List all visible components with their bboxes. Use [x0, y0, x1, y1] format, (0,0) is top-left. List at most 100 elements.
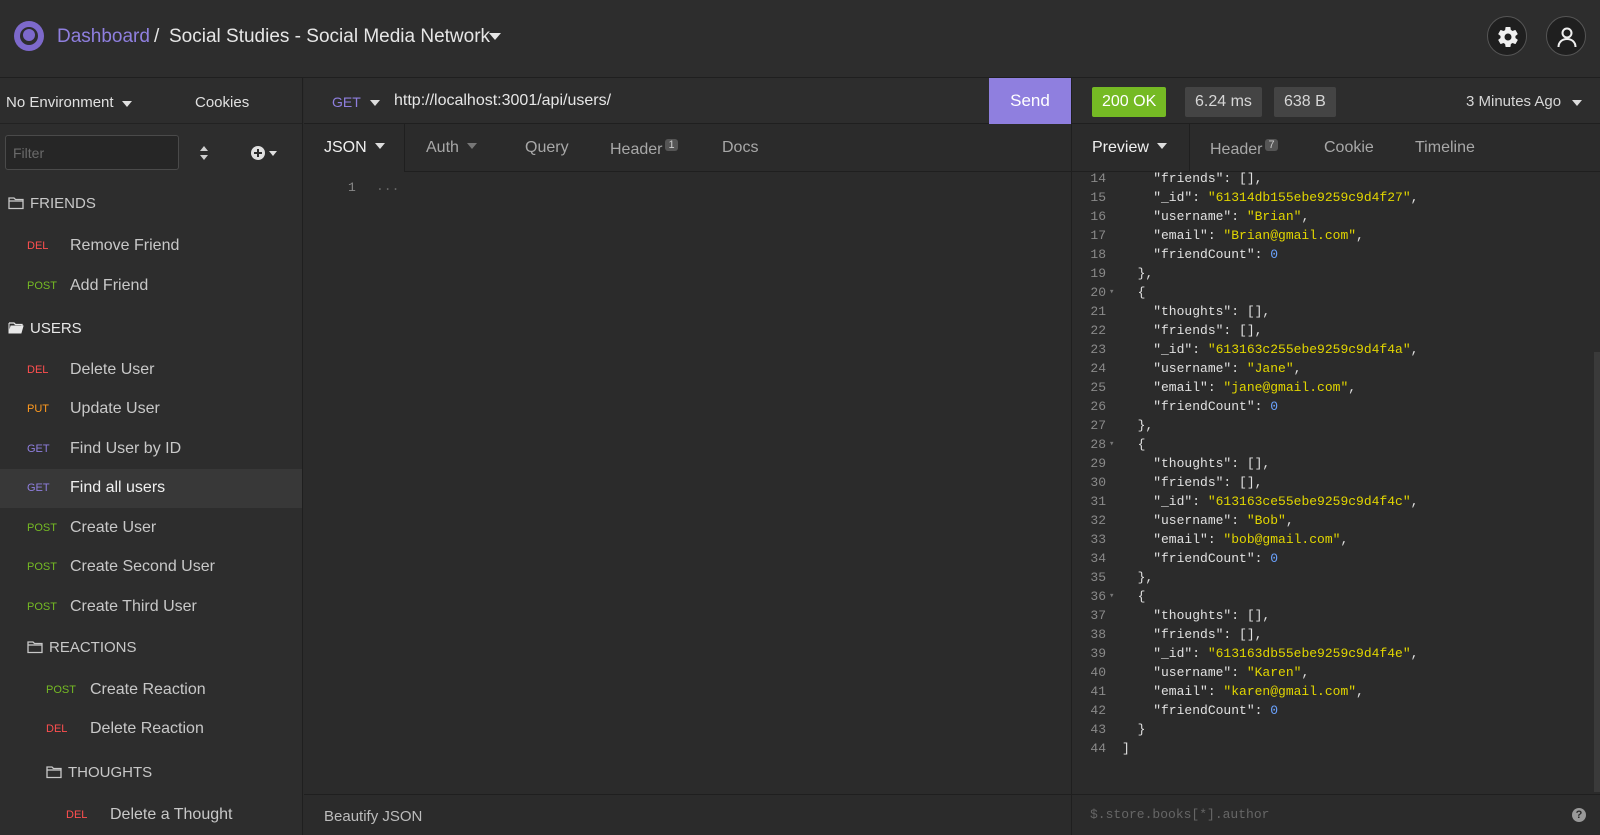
- url-input[interactable]: [394, 90, 964, 112]
- request-item[interactable]: GET Find User by ID: [0, 430, 302, 469]
- chevron-down-icon[interactable]: [489, 33, 501, 40]
- fold-caret-icon[interactable]: ▾: [1109, 587, 1114, 606]
- request-item[interactable]: DEL Delete a Thought: [0, 796, 302, 835]
- request-name: Delete Reaction: [90, 720, 204, 737]
- line-number: 25: [1090, 380, 1106, 395]
- request-item[interactable]: POST Create Second User: [0, 548, 302, 587]
- chevron-down-icon: [374, 143, 385, 149]
- folder-label: FRIENDS: [30, 195, 96, 212]
- line-number: 34: [1090, 551, 1106, 566]
- request-item[interactable]: POST Create Reaction: [0, 671, 302, 710]
- method-badge: POST: [27, 522, 57, 534]
- folder-thoughts[interactable]: THOUGHTS: [46, 764, 152, 781]
- line-number: 15: [1090, 190, 1106, 205]
- line-number: 44: [1090, 741, 1106, 756]
- request-name: Create Second User: [70, 558, 215, 575]
- method-badge: DEL: [66, 809, 88, 821]
- folder-icon: [27, 641, 43, 654]
- tab-label: JSON: [324, 139, 367, 156]
- request-tabs: JSON Auth Query Header 1 Docs: [304, 124, 1071, 172]
- response-size-badge: 638 B: [1274, 87, 1336, 117]
- request-item[interactable]: DEL Delete User: [0, 351, 302, 390]
- request-name: Find User by ID: [70, 440, 182, 457]
- breadcrumb-dashboard-link[interactable]: Dashboard: [57, 26, 150, 48]
- request-name: Find all users: [70, 479, 166, 496]
- tab-timeline[interactable]: Timeline: [1415, 139, 1475, 157]
- tab-auth[interactable]: Auth: [426, 139, 477, 157]
- request-item-active[interactable]: GET Find all users: [0, 469, 302, 508]
- response-tabs: Preview Header 7 Cookie Timeline: [1071, 124, 1600, 172]
- line-number: 17: [1090, 228, 1106, 243]
- fold-caret-icon[interactable]: ▾: [1109, 283, 1114, 302]
- account-button[interactable]: [1546, 16, 1586, 56]
- scrollbar[interactable]: [1594, 352, 1600, 792]
- tab-response-header[interactable]: Header 7: [1210, 139, 1278, 159]
- tab-header[interactable]: Header 1: [610, 139, 678, 159]
- request-body-editor[interactable]: 1 ...: [304, 172, 1071, 794]
- line-number: 20: [1090, 285, 1106, 300]
- folder-open-icon: [8, 322, 24, 334]
- chevron-down-icon[interactable]: [1572, 100, 1582, 106]
- request-item[interactable]: POST Add Friend: [0, 267, 302, 306]
- fold-caret-icon[interactable]: ▾: [1109, 435, 1114, 454]
- history-selector[interactable]: 3 Minutes Ago: [1466, 93, 1561, 110]
- chevron-down-icon[interactable]: [122, 101, 132, 107]
- jsonpath-filter-input[interactable]: [1090, 807, 1530, 822]
- chevron-down-icon[interactable]: [370, 100, 380, 106]
- response-bar: 200 OK 6.24 ms 638 B 3 Minutes Ago: [1071, 78, 1600, 124]
- add-icon[interactable]: [250, 144, 280, 162]
- request-item[interactable]: PUT Update User: [0, 390, 302, 429]
- tab-cookie[interactable]: Cookie: [1324, 139, 1374, 157]
- method-selector[interactable]: GET: [332, 94, 361, 110]
- app-logo-icon[interactable]: [14, 21, 44, 51]
- code-text: "_id": "613163ce55ebe9259c9d4f4c",: [1122, 494, 1419, 509]
- request-item[interactable]: POST Create User: [0, 509, 302, 548]
- line-number: 18: [1090, 247, 1106, 262]
- tab-query[interactable]: Query: [525, 139, 569, 157]
- beautify-json-button[interactable]: Beautify JSON: [324, 808, 422, 825]
- folder-friends[interactable]: FRIENDS: [8, 195, 96, 212]
- line-number: 24: [1090, 361, 1106, 376]
- code-text: "email": "bob@gmail.com",: [1122, 532, 1349, 547]
- tab-preview[interactable]: Preview: [1092, 139, 1167, 157]
- tab-label: Header: [610, 141, 663, 158]
- code-text: ]: [1122, 741, 1130, 756]
- breadcrumb-workspace-title[interactable]: Social Studies - Social Media Network: [169, 26, 490, 48]
- help-icon[interactable]: ?: [1572, 808, 1586, 822]
- environment-selector[interactable]: No Environment: [6, 94, 114, 111]
- send-button[interactable]: Send: [989, 78, 1071, 124]
- tab-docs[interactable]: Docs: [722, 139, 758, 157]
- settings-button[interactable]: [1487, 16, 1527, 56]
- code-text: },: [1122, 418, 1154, 433]
- request-name: Add Friend: [70, 277, 149, 294]
- request-item[interactable]: POST Create Third User: [0, 588, 302, 627]
- code-text: "friendCount": 0: [1122, 703, 1279, 718]
- folder-users[interactable]: USERS: [8, 320, 82, 337]
- response-preview[interactable]: 14 "friends": [], 15 "_id": "61314db155eb…: [1071, 172, 1600, 794]
- line-number: 31: [1090, 494, 1106, 509]
- header-count-badge: 7: [1265, 139, 1278, 151]
- line-number: 42: [1090, 703, 1106, 718]
- method-badge: POST: [46, 684, 76, 696]
- response-time-badge: 6.24 ms: [1185, 87, 1262, 117]
- folder-reactions[interactable]: REACTIONS: [27, 639, 137, 656]
- line-number: 36: [1090, 589, 1106, 604]
- filter-input[interactable]: [5, 135, 179, 170]
- line-number: 35: [1090, 570, 1106, 585]
- request-name: Delete a Thought: [110, 806, 233, 823]
- code-text: "username": "Jane",: [1122, 361, 1302, 376]
- code-text: "friends": [],: [1122, 627, 1263, 642]
- status-badge: 200 OK: [1092, 87, 1167, 117]
- code-text: "friends": [],: [1122, 323, 1263, 338]
- top-header: Dashboard / Social Studies - Social Medi…: [0, 0, 1600, 78]
- tab-body[interactable]: JSON: [324, 139, 385, 157]
- sort-icon[interactable]: [198, 144, 210, 162]
- request-footer: Beautify JSON: [304, 794, 1071, 835]
- code-text: "thoughts": [],: [1122, 304, 1271, 319]
- request-item[interactable]: DEL Remove Friend: [0, 227, 302, 266]
- response-footer: ?: [1071, 794, 1600, 835]
- cookies-button[interactable]: Cookies: [195, 94, 249, 111]
- line-number: 43: [1090, 722, 1106, 737]
- line-number: 40: [1090, 665, 1106, 680]
- request-item[interactable]: DEL Delete Reaction: [0, 710, 302, 749]
